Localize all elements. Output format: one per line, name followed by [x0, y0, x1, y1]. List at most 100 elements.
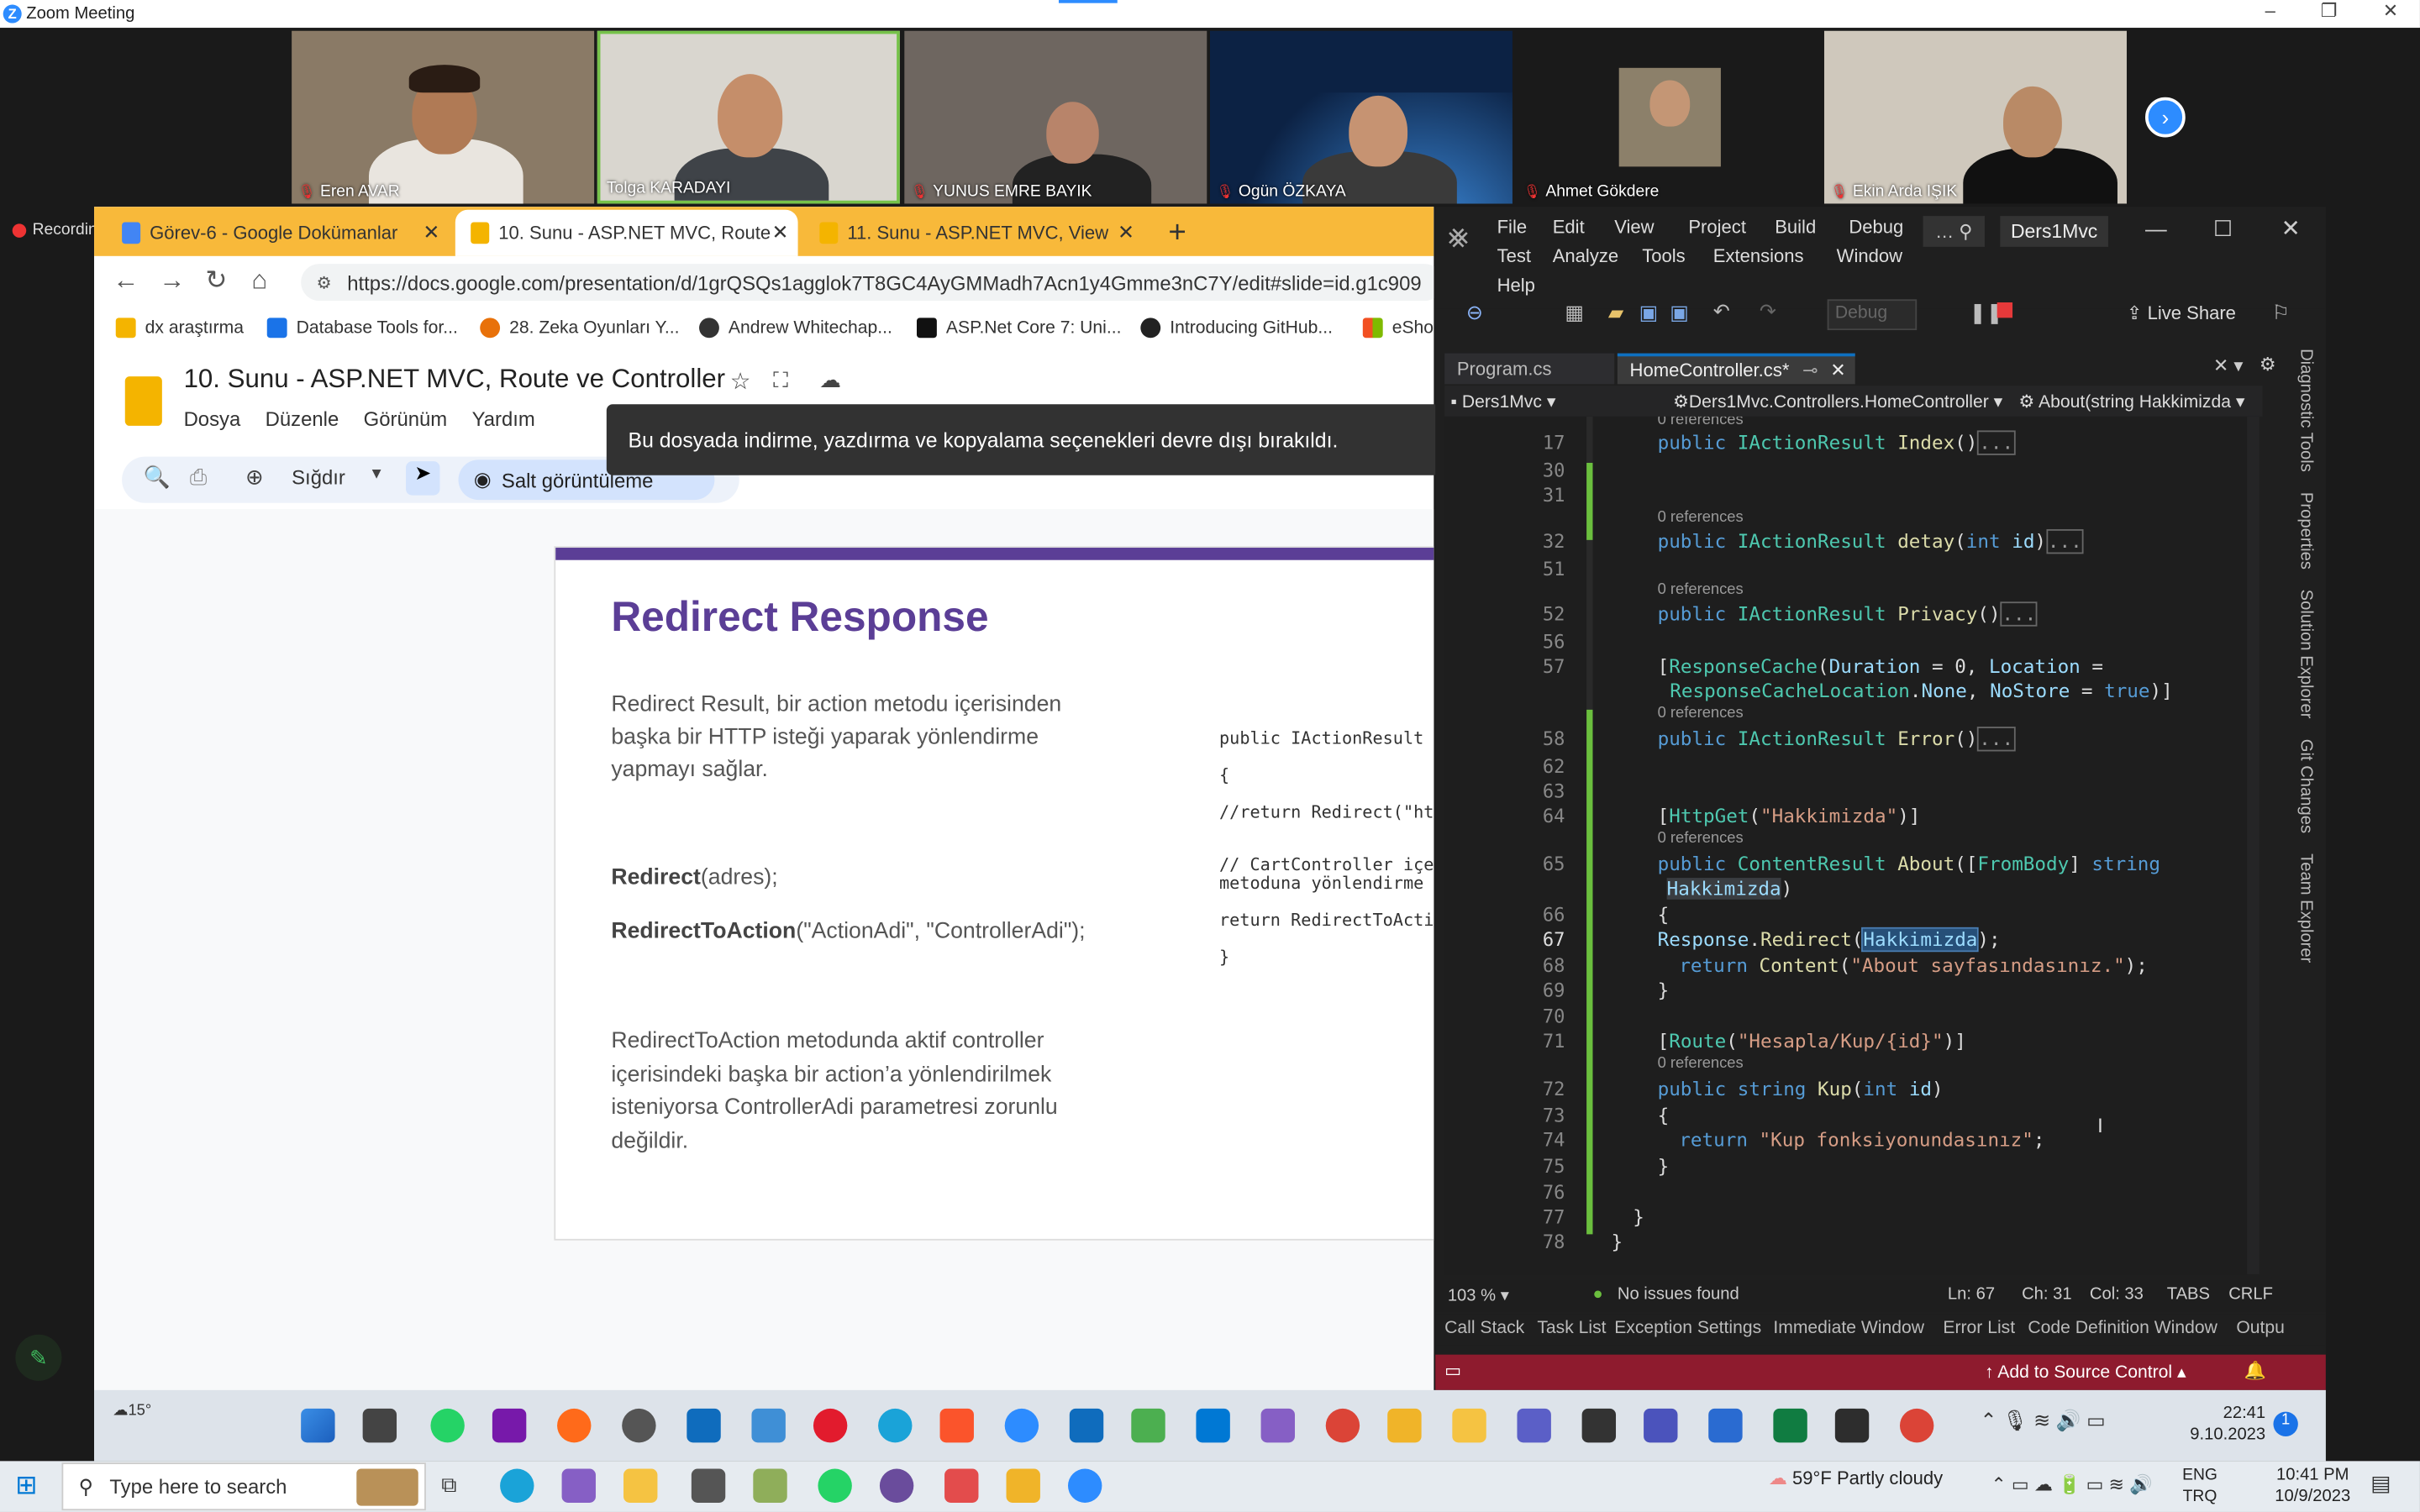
save-icon[interactable]: ▣ [1639, 301, 1659, 325]
bookmark-item[interactable]: Andrew Whitechap... [699, 318, 892, 339]
app-icon[interactable] [557, 1408, 592, 1443]
back-icon[interactable]: ← [113, 265, 139, 297]
participant-tile-active[interactable]: Tolga KARADAYI [597, 30, 900, 204]
excel-icon[interactable] [1773, 1408, 1807, 1443]
notification-badge[interactable]: 1 [2273, 1411, 2298, 1436]
chrome-icon[interactable] [1325, 1408, 1360, 1443]
notepad-icon[interactable] [1131, 1408, 1165, 1443]
todo-icon[interactable] [751, 1408, 786, 1443]
vertical-scrollbar[interactable] [2247, 416, 2260, 1275]
snip-icon[interactable] [1006, 1468, 1040, 1503]
menu-yardim[interactable]: Yardım [472, 407, 535, 431]
cursor-icon[interactable]: ➤ [406, 461, 440, 496]
back-icon[interactable]: ⊖ [1466, 301, 1483, 325]
save-all-icon[interactable]: ▣ [1670, 301, 1689, 325]
chrome-icon[interactable] [1899, 1408, 1934, 1443]
open-folder-icon[interactable]: ▰ [1608, 301, 1623, 325]
annotate-pen-icon[interactable]: ✎ [15, 1334, 62, 1381]
search-box[interactable]: ⚲ Type here to search [61, 1462, 426, 1511]
start-icon[interactable] [301, 1408, 335, 1443]
address-bar[interactable]: ⚙ https://docs.google.com/presentation/d… [301, 264, 1434, 302]
side-diagnostic-tools[interactable]: Diagnostic Tools [2296, 349, 2315, 472]
task-view-icon[interactable]: ⧉ [441, 1472, 456, 1498]
brave-icon[interactable] [939, 1408, 974, 1443]
visual-studio-icon[interactable] [1260, 1408, 1295, 1443]
participant-tile[interactable]: 🎙 Ekin Arda IŞIK [1823, 30, 2127, 204]
file-explorer-icon[interactable] [1452, 1408, 1486, 1443]
side-solution-explorer[interactable]: Solution Explorer [2296, 590, 2315, 719]
weather-widget[interactable]: ☁15° [113, 1403, 151, 1420]
mail-icon[interactable] [691, 1468, 726, 1503]
menu-view[interactable]: View [1614, 213, 1654, 242]
edge-icon[interactable] [500, 1468, 534, 1503]
new-tab-icon[interactable]: + [1153, 210, 1199, 256]
tab-close-icon[interactable]: ✕ [423, 221, 439, 245]
project-select[interactable]: ▪ Ders1Mvc ▾ [1450, 391, 1555, 412]
config-select[interactable]: Debug [1827, 299, 1918, 331]
bookmark-item[interactable]: Database Tools for... [266, 318, 458, 339]
cloud-icon[interactable]: ☁ [819, 367, 841, 393]
app-icon[interactable] [1708, 1408, 1743, 1443]
bookmark-item[interactable]: dx araştırma [115, 318, 244, 339]
close-icon[interactable]: ✕ [2367, 0, 2413, 22]
close-all-icon[interactable]: ✕ ▾ [2213, 354, 2244, 376]
whatsapp-icon[interactable] [430, 1408, 465, 1443]
notification-icon[interactable]: ▭ [1444, 1359, 1461, 1381]
clock[interactable]: 10:41 PM 10/9/2023 [2275, 1464, 2350, 1507]
windows-start-icon[interactable]: ⊞ [15, 1470, 37, 1501]
menu-debug[interactable]: Debug [1849, 213, 1903, 242]
next-page-icon[interactable]: › [2145, 97, 2186, 138]
menu-test[interactable]: Test [1497, 242, 1531, 271]
taskview-icon[interactable] [362, 1408, 397, 1443]
participant-tile[interactable]: 🎙 Ogün ÖZKAYA [1209, 30, 1512, 204]
bookmark-item[interactable]: eSho [1362, 318, 1434, 339]
outlook-icon[interactable] [1069, 1408, 1104, 1443]
menu-analyze[interactable]: Analyze [1553, 242, 1618, 271]
terminal-icon[interactable] [1834, 1408, 1870, 1443]
menu-extensions[interactable]: Extensions [1713, 242, 1804, 271]
github-desktop-icon[interactable] [879, 1468, 914, 1503]
participant-tile[interactable]: 🎙 Eren AVAR [292, 30, 595, 204]
menu-tools[interactable]: Tools [1642, 242, 1685, 271]
onenote-icon[interactable] [492, 1408, 527, 1443]
whatsapp-icon[interactable] [818, 1468, 852, 1503]
vscode-icon[interactable] [1196, 1408, 1230, 1443]
search-icon[interactable]: 🔍 [144, 465, 171, 491]
browser-tab[interactable]: Görev-6 - Google Dokümanlar ✕ [107, 210, 450, 256]
zoom-icon[interactable]: ⊕ [245, 465, 264, 491]
menu-window[interactable]: Window [1837, 242, 1902, 271]
bookmark-item[interactable]: Introducing GitHub... [1140, 318, 1333, 339]
tab-exception-settings[interactable]: Exception Settings [1614, 1319, 1761, 1337]
side-properties[interactable]: Properties [2296, 492, 2315, 570]
undo-icon[interactable]: ↶ [1713, 299, 1730, 323]
zoom-level[interactable]: 103 % ▾ [1448, 1285, 1509, 1305]
menu-duzenle[interactable]: Düzenle [266, 407, 339, 431]
notification-center-icon[interactable]: ▤ [2370, 1470, 2391, 1496]
side-git-changes[interactable]: Git Changes [2296, 739, 2315, 833]
menu-gorunum[interactable]: Görünüm [364, 407, 448, 431]
file-explorer-icon[interactable] [623, 1468, 658, 1503]
tab-immediate-window[interactable]: Immediate Window [1773, 1319, 1924, 1337]
search-icon[interactable]: … ⚲ [1923, 216, 1985, 247]
teams-icon[interactable] [1517, 1408, 1551, 1443]
edge-icon[interactable] [878, 1408, 913, 1443]
app-icon[interactable] [944, 1468, 979, 1503]
tab-error-list[interactable]: Error List [1943, 1319, 2015, 1337]
maximize-icon[interactable]: ☐ [2213, 216, 2233, 242]
app-icon[interactable] [753, 1468, 787, 1503]
source-control-button[interactable]: ↑ Add to Source Control ▴ [1985, 1361, 2186, 1383]
move-icon[interactable]: ⛶ [773, 367, 788, 393]
tray-icons[interactable]: ⌃ 🎙 ≋ 🔊 ▭ [1980, 1409, 2105, 1433]
browser-tab[interactable]: 11. Sunu - ASP.NET MVC, View ✕ [804, 210, 1144, 256]
language-indicator[interactable]: ENG TRQ [2182, 1464, 2217, 1507]
minimize-icon[interactable]: — [2145, 216, 2167, 240]
outlook-icon[interactable] [687, 1408, 721, 1443]
tab-output[interactable]: Outpu [2236, 1319, 2285, 1337]
side-team-explorer[interactable]: Team Explorer [2296, 853, 2315, 963]
tab-code-definition[interactable]: Code Definition Window [2028, 1319, 2217, 1337]
menu-project[interactable]: Project [1688, 213, 1746, 242]
print-icon[interactable]: ⎙ [190, 465, 208, 491]
zoom-app-icon[interactable] [1067, 1468, 1102, 1503]
tab-close-icon[interactable]: ✕ [772, 221, 789, 245]
tab-close-icon[interactable]: ✕ [1118, 221, 1134, 245]
